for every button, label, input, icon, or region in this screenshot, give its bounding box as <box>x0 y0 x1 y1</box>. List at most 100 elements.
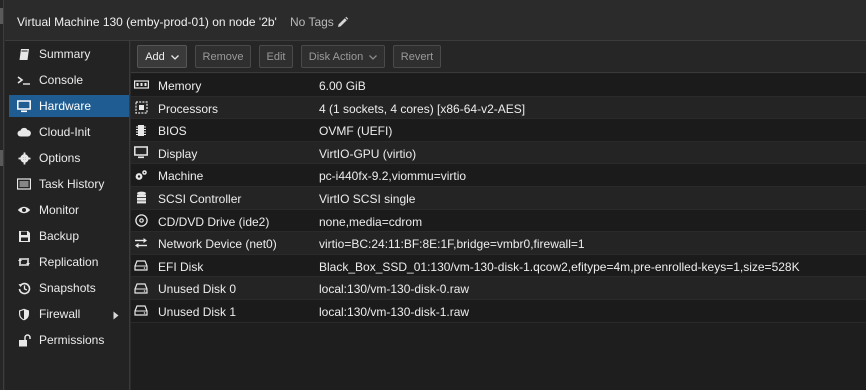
database-icon <box>133 191 149 205</box>
strip-marker <box>0 150 3 166</box>
hardware-label: BIOS <box>158 124 187 139</box>
hardware-label: EFI Disk <box>158 259 204 274</box>
hardware-row-processors[interactable]: Processors 4 (1 sockets, 4 cores) [x86-6… <box>131 96 866 120</box>
sidebar-item-label: Console <box>39 73 84 87</box>
hardware-row-unused-disk-0[interactable]: Unused Disk 0 local:130/vm-130-disk-0.ra… <box>131 277 866 300</box>
hardware-value: local:130/vm-130-disk-1.raw <box>319 304 470 319</box>
sidebar-item-label: Snapshots <box>39 281 96 295</box>
hardware-value: virtio=BC:24:11:BF:8E:1F,bridge=vmbr0,fi… <box>319 237 585 252</box>
sidebar-item-options[interactable]: Options <box>9 147 129 169</box>
book-icon <box>17 47 31 61</box>
sidebar-item-label: Summary <box>39 47 91 61</box>
gear-icon <box>17 151 31 165</box>
hardware-label: Network Device (net0) <box>158 237 277 252</box>
pencil-icon[interactable] <box>336 16 349 29</box>
hardware-value: VirtIO SCSI single <box>319 191 416 206</box>
sidebar-item-task-history[interactable]: Task History <box>9 173 129 195</box>
tags-editor[interactable]: No Tags <box>290 15 349 29</box>
disk-action-button[interactable]: Disk Action <box>301 45 385 68</box>
sidebar-item-label: Monitor <box>39 203 80 217</box>
cogs-icon <box>133 168 149 182</box>
memory-icon <box>133 78 149 92</box>
add-button[interactable]: Add <box>137 45 187 68</box>
hardware-panel: Add Remove Edit Disk Action Revert Memor… <box>131 41 866 390</box>
cpu-icon <box>133 101 149 115</box>
sidebar-item-snapshots[interactable]: Snapshots <box>9 277 129 299</box>
edit-button-label: Edit <box>266 50 286 63</box>
sidebar-item-label: Firewall <box>39 307 81 321</box>
terminal-icon <box>17 73 31 87</box>
hardware-value: local:130/vm-130-disk-0.raw <box>319 282 470 297</box>
hdd-icon <box>133 281 149 295</box>
hdd-icon <box>133 259 149 273</box>
hardware-row-machine[interactable]: Machine pc-i440fx-9.2,viommu=virtio <box>131 164 866 187</box>
hardware-label: CD/DVD Drive (ide2) <box>158 214 270 229</box>
hardware-row-efi-disk[interactable]: EFI Disk Black_Box_SSD_01:130/vm-130-dis… <box>131 254 866 278</box>
add-button-label: Add <box>145 50 165 63</box>
sidebar-item-label: Replication <box>39 255 99 269</box>
hardware-row-network-device[interactable]: Network Device (net0) virtio=BC:24:11:BF… <box>131 232 866 255</box>
strip-marker <box>0 8 3 24</box>
hardware-row-unused-disk-1[interactable]: Unused Disk 1 local:130/vm-130-disk-1.ra… <box>131 299 866 323</box>
sidebar-item-cloud-init[interactable]: Cloud-Init <box>9 121 129 143</box>
retweet-icon <box>17 255 31 269</box>
remove-button[interactable]: Remove <box>195 45 251 68</box>
hardware-value: Black_Box_SSD_01:130/vm-130-disk-1.qcow2… <box>319 259 800 274</box>
remove-button-label: Remove <box>202 50 244 63</box>
sidebar-item-label: Task History <box>39 177 105 191</box>
sidebar-item-permissions[interactable]: Permissions <box>9 329 129 351</box>
sidebar-item-hardware[interactable]: Hardware <box>9 95 129 117</box>
unlock-icon <box>17 333 31 347</box>
history-icon <box>17 281 31 295</box>
sidebar-item-replication[interactable]: Replication <box>9 251 129 273</box>
sidebar-nav: Summary Console Hardware Cloud-Init Opti… <box>5 41 130 390</box>
sidebar-item-label: Cloud-Init <box>39 125 91 139</box>
toolbar: Add Remove Edit Disk Action Revert <box>131 41 866 73</box>
sidebar-item-summary[interactable]: Summary <box>9 43 129 65</box>
hardware-row-cdrom[interactable]: CD/DVD Drive (ide2) none,media=cdrom <box>131 209 866 233</box>
page-title: Virtual Machine 130 (emby-prod-01) on no… <box>17 15 277 29</box>
chevron-down-icon <box>369 51 378 63</box>
floppy-icon <box>17 229 31 243</box>
sidebar-item-label: Permissions <box>39 333 105 347</box>
sidebar-item-monitor[interactable]: Monitor <box>9 199 129 221</box>
hardware-label: Display <box>158 146 198 161</box>
list-icon <box>17 177 31 191</box>
disk-action-button-label: Disk Action <box>308 50 364 63</box>
cloud-icon <box>17 125 31 139</box>
sidebar-item-backup[interactable]: Backup <box>9 225 129 247</box>
hdd-icon <box>133 304 149 318</box>
sidebar-item-firewall[interactable]: Firewall <box>9 303 129 325</box>
exchange-icon <box>133 236 149 250</box>
hardware-row-bios[interactable]: BIOS OVMF (UEFI) <box>131 119 866 142</box>
hardware-value: none,media=cdrom <box>319 214 423 229</box>
sidebar-item-label: Hardware <box>39 99 92 113</box>
sidebar-item-label: Options <box>39 151 81 165</box>
shield-icon <box>17 307 31 321</box>
hardware-row-memory[interactable]: Memory 6.00 GiB <box>131 74 866 97</box>
hardware-value: pc-i440fx-9.2,viommu=virtio <box>319 169 467 184</box>
revert-button-label: Revert <box>400 50 434 63</box>
monitor-icon <box>17 99 31 113</box>
hardware-label: Memory <box>158 79 202 93</box>
hardware-list: Memory 6.00 GiB Processors 4 (1 sockets,… <box>131 74 866 323</box>
microchip-icon <box>133 123 149 137</box>
tags-label: No Tags <box>290 15 334 29</box>
hardware-label: SCSI Controller <box>158 191 242 206</box>
hardware-value: 4 (1 sockets, 4 cores) [x86-64-v2-AES] <box>319 101 526 116</box>
expand-arrow-icon[interactable] <box>113 309 119 323</box>
cdrom-icon <box>133 214 149 228</box>
revert-button[interactable]: Revert <box>393 45 441 68</box>
edit-button[interactable]: Edit <box>259 45 293 68</box>
hardware-value: OVMF (UEFI) <box>319 124 393 139</box>
hardware-row-scsi-controller[interactable]: SCSI Controller VirtIO SCSI single <box>131 186 866 210</box>
hardware-label: Unused Disk 0 <box>158 282 237 297</box>
hardware-label: Processors <box>158 101 219 116</box>
hardware-label: Machine <box>158 169 204 184</box>
hardware-value: VirtIO-GPU (virtio) <box>319 146 417 161</box>
eye-icon <box>17 203 31 217</box>
hardware-row-display[interactable]: Display VirtIO-GPU (virtio) <box>131 141 866 165</box>
left-edge-strip <box>0 0 4 390</box>
sidebar-item-console[interactable]: Console <box>9 69 129 91</box>
title-bar: Virtual Machine 130 (emby-prod-01) on no… <box>5 0 866 41</box>
